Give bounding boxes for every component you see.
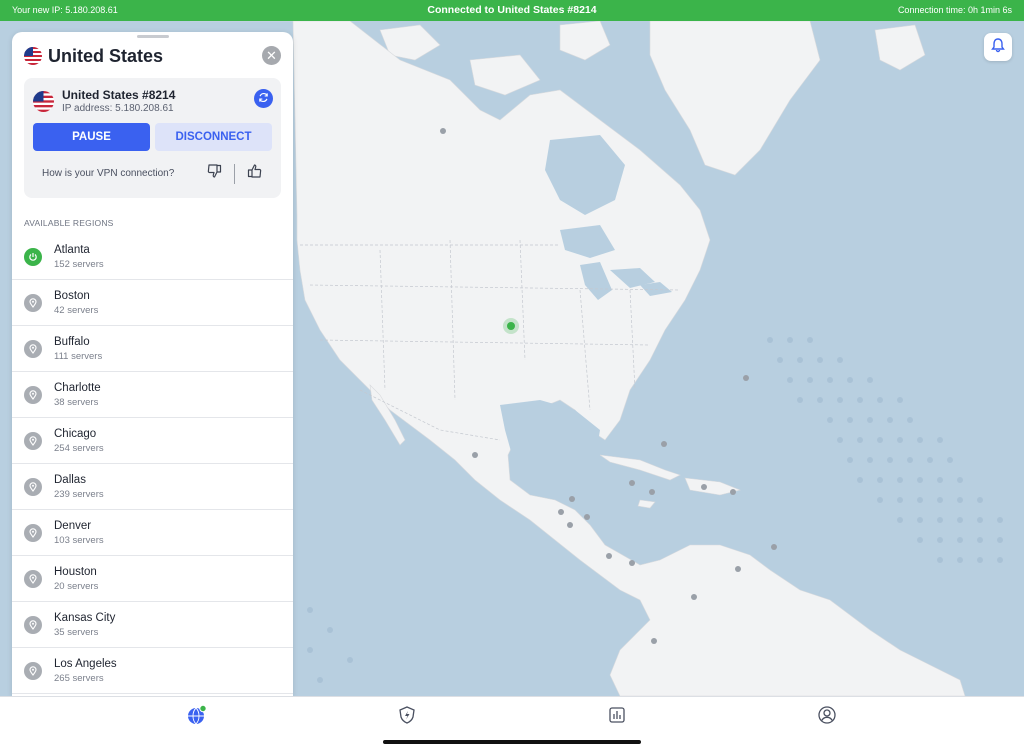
bolt-shield-icon (397, 705, 417, 730)
pause-button[interactable]: PAUSE (33, 123, 150, 151)
list-item[interactable]: Buffalo 111 servers (12, 326, 293, 372)
region-server-count: 35 servers (54, 627, 99, 638)
list-item[interactable]: Atlanta 152 servers (12, 234, 293, 280)
feedback-divider (234, 164, 235, 184)
region-server-count: 152 servers (54, 259, 104, 270)
region-server-count: 265 servers (54, 673, 104, 684)
profile-icon (817, 705, 837, 730)
location-pin-icon (24, 478, 42, 496)
region-name: Houston (54, 566, 97, 578)
region-name: Los Angeles (54, 658, 117, 670)
location-pin-icon (24, 662, 42, 680)
tab-stats[interactable] (606, 706, 628, 728)
notifications-button[interactable] (984, 33, 1012, 61)
connection-status: Connected to United States #8214 (427, 4, 597, 16)
region-name: Kansas City (54, 612, 116, 624)
region-server-count: 111 servers (54, 351, 103, 362)
tab-map[interactable] (185, 704, 207, 731)
disconnect-button[interactable]: DISCONNECT (155, 123, 272, 151)
region-server-count: 20 servers (54, 581, 99, 592)
tab-protection[interactable] (396, 705, 418, 730)
region-server-count: 239 servers (54, 489, 104, 500)
region-server-count: 42 servers (54, 305, 99, 316)
status-bar: Your new IP: 5.180.208.61 Connected to U… (0, 0, 1024, 21)
close-icon: ✕ (266, 48, 277, 63)
region-name: Denver (54, 520, 92, 532)
location-pin-icon (24, 432, 42, 450)
region-name: Buffalo (54, 336, 90, 348)
server-info: United States #8214 IP address: 5.180.20… (33, 88, 175, 114)
server-name: United States #8214 (62, 88, 176, 102)
location-pin-icon (24, 570, 42, 588)
bottom-tab-bar (0, 696, 1024, 749)
list-item[interactable]: Kansas City 35 servers (12, 602, 293, 648)
region-server-count: 103 servers (54, 535, 104, 546)
connection-time: Connection time: 0h 1min 6s (897, 5, 1012, 15)
connection-card: United States #8214 IP address: 5.180.20… (24, 78, 281, 198)
globe-icon (185, 704, 207, 731)
country-panel: United States ✕ United States #8214 IP a… (12, 32, 293, 696)
close-button[interactable]: ✕ (262, 46, 281, 65)
panel-grabber[interactable] (137, 35, 169, 38)
regions-heading: AVAILABLE REGIONS (24, 218, 114, 228)
location-pin-icon (24, 524, 42, 542)
location-pin-icon (24, 616, 42, 634)
region-server-count: 254 servers (54, 443, 104, 454)
us-flag-icon (24, 47, 42, 65)
location-pin-icon (24, 340, 42, 358)
bell-icon (990, 37, 1006, 58)
list-item[interactable]: Denver 103 servers (12, 510, 293, 556)
region-name: Dallas (54, 474, 86, 486)
server-ip: IP address: 5.180.208.61 (62, 103, 174, 114)
refresh-icon (258, 90, 269, 108)
stats-icon (607, 705, 627, 730)
tab-profile[interactable] (816, 705, 838, 730)
list-item[interactable]: Los Angeles 265 servers (12, 648, 293, 694)
thumbs-up-icon (245, 162, 263, 185)
thumbs-down-button[interactable] (204, 162, 226, 184)
list-item[interactable]: Charlotte 38 servers (12, 372, 293, 418)
region-name: Charlotte (54, 382, 101, 394)
thumbs-up-button[interactable] (243, 162, 265, 184)
regions-list: Atlanta 152 servers Boston 42 servers Bu… (12, 234, 293, 694)
region-server-count: 38 servers (54, 397, 99, 408)
location-pin-icon (24, 386, 42, 404)
thumbs-down-icon (206, 162, 224, 185)
page-title: United States (48, 45, 164, 66)
region-name: Atlanta (54, 244, 90, 256)
us-flag-icon (33, 90, 54, 112)
location-pin-icon (24, 294, 42, 312)
list-item[interactable]: Dallas 239 servers (12, 464, 293, 510)
power-icon (24, 248, 42, 266)
region-name: Chicago (54, 428, 97, 440)
list-item[interactable]: Boston 42 servers (12, 280, 293, 326)
region-name: Boston (54, 290, 90, 302)
panel-header: United States ✕ (24, 44, 281, 68)
list-item[interactable]: Chicago 254 servers (12, 418, 293, 464)
refresh-button[interactable] (254, 89, 273, 108)
feedback-question: How is your VPN connection? (42, 168, 175, 179)
list-item[interactable]: Houston 20 servers (12, 556, 293, 602)
home-indicator[interactable] (383, 740, 641, 744)
